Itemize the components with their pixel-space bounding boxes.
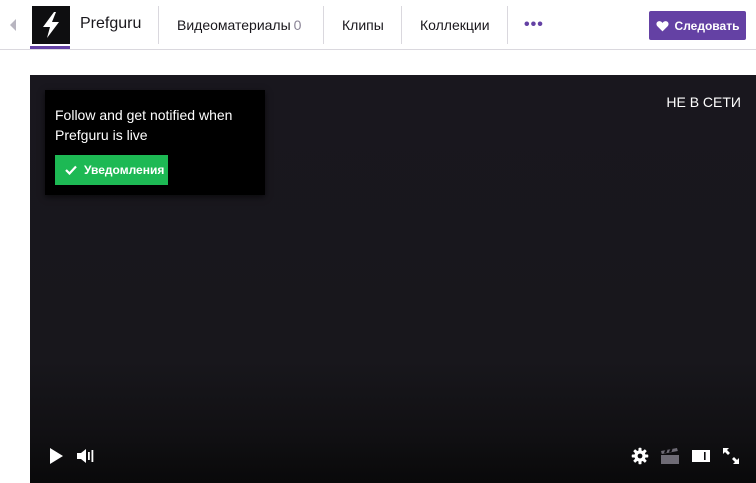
settings-icon[interactable] bbox=[631, 447, 649, 465]
tab-videos-count: 0 bbox=[293, 17, 302, 33]
offline-status: НЕ В СЕТИ bbox=[666, 94, 741, 110]
notifications-button-label: Уведомления bbox=[84, 163, 165, 177]
chevron-left-icon[interactable] bbox=[10, 19, 16, 31]
follow-button[interactable]: Следовать bbox=[649, 11, 746, 40]
nav-divider bbox=[401, 6, 402, 44]
checkmark-icon bbox=[65, 165, 77, 175]
theatre-mode-icon[interactable] bbox=[691, 447, 711, 465]
channel-avatar[interactable] bbox=[32, 6, 70, 44]
more-dots-icon[interactable]: ••• bbox=[524, 17, 544, 33]
tab-videos[interactable]: Видеоматериалы 0 bbox=[177, 17, 301, 33]
channel-name[interactable]: Prefguru bbox=[80, 15, 141, 33]
notification-card: Follow and get notified when Prefguru is… bbox=[45, 90, 265, 195]
fullscreen-icon[interactable] bbox=[721, 447, 741, 465]
channel-header: Prefguru Видеоматериалы 0 Клипы Коллекции… bbox=[0, 0, 756, 50]
notification-text: Follow and get notified when Prefguru is… bbox=[55, 107, 233, 143]
nav-divider bbox=[158, 6, 159, 44]
clip-icon[interactable] bbox=[660, 447, 680, 465]
nav-divider bbox=[323, 6, 324, 44]
lightning-icon bbox=[43, 12, 59, 38]
nav-divider bbox=[507, 6, 508, 44]
follow-button-label: Следовать bbox=[674, 18, 740, 33]
play-icon[interactable] bbox=[48, 447, 64, 465]
active-tab-indicator bbox=[30, 46, 70, 49]
notifications-button[interactable]: Уведомления bbox=[55, 155, 168, 185]
tab-clips[interactable]: Клипы bbox=[342, 17, 384, 33]
heart-icon bbox=[656, 20, 669, 31]
tab-collections[interactable]: Коллекции bbox=[420, 17, 490, 33]
video-player[interactable]: НЕ В СЕТИ Follow and get notified when P… bbox=[30, 75, 756, 483]
volume-icon[interactable] bbox=[76, 447, 96, 465]
tab-videos-label: Видеоматериалы bbox=[177, 17, 291, 33]
